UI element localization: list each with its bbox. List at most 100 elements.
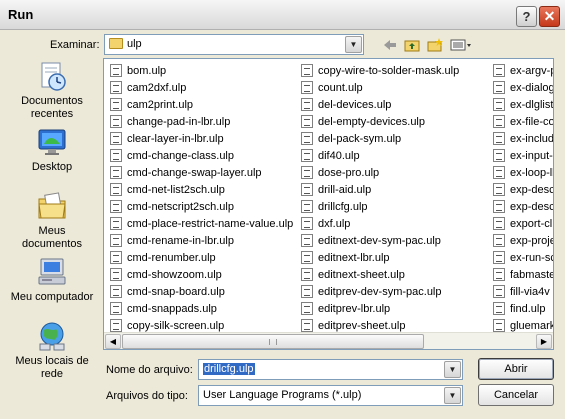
file-column-2: copy-wire-to-solder-mask.ulp count.ulp d… bbox=[301, 62, 459, 334]
list-item[interactable]: drill-aid.ulp bbox=[301, 181, 459, 198]
list-item[interactable]: bom.ulp bbox=[110, 62, 293, 79]
file-icon bbox=[110, 200, 122, 213]
list-item[interactable]: editprev-dev-sym-pac.ulp bbox=[301, 283, 459, 300]
list-item[interactable]: ex-include bbox=[493, 130, 553, 147]
chevron-down-icon[interactable]: ▼ bbox=[444, 361, 461, 378]
scroll-left-icon[interactable]: ◀ bbox=[105, 334, 121, 349]
list-item[interactable]: ex-input- bbox=[493, 147, 553, 164]
file-icon bbox=[110, 217, 122, 230]
filetype-label: Arquivos do tipo: bbox=[106, 390, 188, 402]
list-item[interactable]: cmd-netscript2sch.ulp bbox=[110, 198, 293, 215]
place-network[interactable]: Meus locais de rede bbox=[6, 320, 98, 381]
list-item[interactable]: editnext-dev-sym-pac.ulp bbox=[301, 232, 459, 249]
file-icon bbox=[110, 268, 122, 281]
open-button[interactable]: Abrir bbox=[478, 358, 554, 380]
list-item[interactable]: cmd-place-restrict-name-value.ulp bbox=[110, 215, 293, 232]
list-item[interactable]: cam2dxf.ulp bbox=[110, 79, 293, 96]
list-item[interactable]: del-empty-devices.ulp bbox=[301, 113, 459, 130]
list-item[interactable]: exp-desc bbox=[493, 181, 553, 198]
list-item[interactable]: cam2print.ulp bbox=[110, 96, 293, 113]
file-icon bbox=[110, 132, 122, 145]
list-item[interactable]: del-pack-sym.ulp bbox=[301, 130, 459, 147]
filetype-select[interactable]: User Language Programs (*.ulp) ▼ bbox=[198, 385, 463, 406]
list-item[interactable]: cmd-showzoom.ulp bbox=[110, 266, 293, 283]
scroll-right-icon[interactable]: ▶ bbox=[536, 334, 552, 349]
file-icon bbox=[301, 149, 313, 162]
new-folder-icon[interactable] bbox=[424, 35, 446, 55]
file-icon bbox=[110, 81, 122, 94]
list-item[interactable]: ex-run-sc bbox=[493, 249, 553, 266]
my-computer-icon bbox=[36, 256, 68, 288]
place-label: Documentos recentes bbox=[21, 95, 83, 120]
horizontal-scrollbar[interactable]: ◀ ▶ bbox=[104, 332, 553, 349]
list-item[interactable]: ex-loop-lb bbox=[493, 164, 553, 181]
list-item[interactable]: ex-dialog bbox=[493, 79, 553, 96]
file-icon bbox=[110, 115, 122, 128]
file-icon bbox=[493, 64, 505, 77]
filename-label: Nome do arquivo: bbox=[106, 364, 193, 376]
file-column-3: ex-argv-p ex-dialog ex-dlglist ex-file-c… bbox=[493, 62, 553, 334]
list-item[interactable]: ex-file-co bbox=[493, 113, 553, 130]
file-icon bbox=[493, 217, 505, 230]
file-icon bbox=[301, 64, 313, 77]
list-item[interactable]: fabmaste bbox=[493, 266, 553, 283]
file-icon bbox=[493, 285, 505, 298]
lookin-combo[interactable]: ulp ▼ bbox=[104, 34, 364, 55]
place-recent[interactable]: Documentos recentes bbox=[6, 60, 98, 121]
place-desktop[interactable]: Desktop bbox=[6, 126, 98, 174]
list-item[interactable]: cmd-change-swap-layer.ulp bbox=[110, 164, 293, 181]
place-computer[interactable]: Meu computador bbox=[6, 256, 98, 304]
title-bar: Run ? ✕ bbox=[0, 0, 565, 30]
file-icon bbox=[301, 217, 313, 230]
list-item[interactable]: del-devices.ulp bbox=[301, 96, 459, 113]
file-icon bbox=[301, 183, 313, 196]
list-item[interactable]: cmd-renumber.ulp bbox=[110, 249, 293, 266]
list-item[interactable]: count.ulp bbox=[301, 79, 459, 96]
list-item[interactable]: editnext-lbr.ulp bbox=[301, 249, 459, 266]
back-icon[interactable] bbox=[379, 35, 401, 55]
list-item[interactable]: copy-wire-to-solder-mask.ulp bbox=[301, 62, 459, 79]
grip-icon bbox=[269, 339, 277, 345]
list-item[interactable]: editnext-sheet.ulp bbox=[301, 266, 459, 283]
list-item[interactable]: dose-pro.ulp bbox=[301, 164, 459, 181]
list-item[interactable]: editprev-lbr.ulp bbox=[301, 300, 459, 317]
file-icon bbox=[301, 98, 313, 111]
list-item[interactable]: exp-desc bbox=[493, 198, 553, 215]
view-menu-icon[interactable] bbox=[447, 35, 475, 55]
list-item[interactable]: cmd-snappads.ulp bbox=[110, 300, 293, 317]
close-button[interactable]: ✕ bbox=[539, 6, 560, 27]
list-item[interactable]: cmd-net-list2sch.ulp bbox=[110, 181, 293, 198]
list-item[interactable]: cmd-rename-in-lbr.ulp bbox=[110, 232, 293, 249]
list-item[interactable]: drillcfg.ulp bbox=[301, 198, 459, 215]
file-icon bbox=[110, 64, 122, 77]
list-item[interactable]: find.ulp bbox=[493, 300, 553, 317]
cancel-button[interactable]: Cancelar bbox=[478, 384, 554, 406]
place-documents[interactable]: Meus documentos bbox=[6, 190, 98, 251]
file-icon bbox=[301, 234, 313, 247]
list-item[interactable]: clear-layer-in-lbr.ulp bbox=[110, 130, 293, 147]
list-item[interactable]: export-cl bbox=[493, 215, 553, 232]
network-places-icon bbox=[36, 320, 68, 352]
list-item[interactable]: fill-via4v bbox=[493, 283, 553, 300]
folder-icon bbox=[109, 38, 123, 49]
file-icon bbox=[493, 234, 505, 247]
list-item[interactable]: cmd-change-class.ulp bbox=[110, 147, 293, 164]
help-button[interactable]: ? bbox=[516, 6, 537, 27]
file-icon bbox=[493, 251, 505, 264]
close-icon: ✕ bbox=[543, 8, 556, 24]
place-label: Meus locais de rede bbox=[15, 355, 89, 380]
list-item[interactable]: dxf.ulp bbox=[301, 215, 459, 232]
list-item[interactable]: dif40.ulp bbox=[301, 147, 459, 164]
list-item[interactable]: cmd-snap-board.ulp bbox=[110, 283, 293, 300]
list-item[interactable]: exp-proje bbox=[493, 232, 553, 249]
chevron-down-icon[interactable]: ▼ bbox=[345, 36, 362, 53]
file-list[interactable]: bom.ulp cam2dxf.ulp cam2print.ulp change… bbox=[103, 58, 554, 350]
chevron-down-icon[interactable]: ▼ bbox=[444, 387, 461, 404]
list-item[interactable]: ex-dlglist bbox=[493, 96, 553, 113]
list-item[interactable]: ex-argv-p bbox=[493, 62, 553, 79]
list-item[interactable]: change-pad-in-lbr.ulp bbox=[110, 113, 293, 130]
filename-input[interactable]: drillcfg.ulp ▼ bbox=[198, 359, 463, 380]
file-icon bbox=[301, 251, 313, 264]
up-folder-icon[interactable] bbox=[401, 35, 423, 55]
scrollbar-thumb[interactable] bbox=[122, 334, 424, 349]
